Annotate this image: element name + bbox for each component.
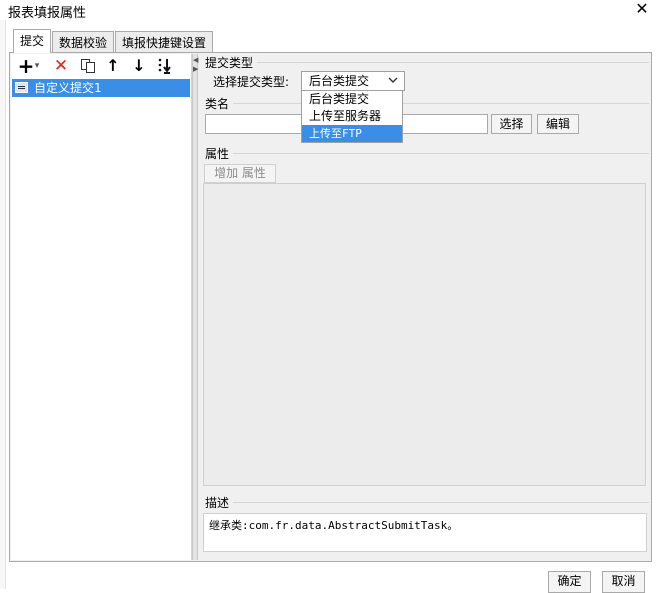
list-item[interactable]: 自定义提交1: [12, 79, 190, 97]
dropdown-option[interactable]: 上传至服务器: [302, 108, 402, 125]
dropdown-option[interactable]: 后台类提交: [302, 91, 402, 108]
ok-button[interactable]: 确定: [548, 571, 591, 593]
add-attribute-button[interactable]: 增加 属性: [204, 164, 276, 183]
attributes-table-area[interactable]: [203, 183, 646, 486]
pane-splitter[interactable]: ◀ ▶: [192, 54, 198, 560]
chevron-down-icon[interactable]: [382, 72, 404, 90]
description-section-label: 描述: [205, 496, 230, 510]
collapse-right-icon[interactable]: ▶: [193, 65, 198, 73]
copy-icon[interactable]: [78, 56, 98, 76]
edit-class-button[interactable]: 编辑: [537, 114, 579, 134]
description-text: 继承类:com.fr.data.AbstractSubmitTask。: [203, 513, 647, 552]
class-name-section-label: 类名: [205, 97, 230, 111]
submit-type-section-label: 提交类型: [205, 56, 254, 70]
dropdown-option-highlighted[interactable]: 上传至FTP: [302, 125, 402, 142]
section-divider: [233, 153, 649, 154]
background-edge: [0, 20, 6, 589]
submit-list-pane: [11, 54, 192, 560]
collapse-left-icon[interactable]: ◀: [193, 56, 198, 64]
tab-shortcut-settings[interactable]: 填报快捷键设置: [115, 31, 214, 52]
tab-data-validation[interactable]: 数据校验: [52, 31, 115, 52]
submit-type-field-label: 选择提交类型:: [213, 75, 290, 89]
attributes-section-label: 属性: [205, 147, 230, 161]
section-divider: [233, 103, 649, 104]
arrow-down-icon[interactable]: ↓: [129, 56, 149, 76]
move-to-bottom-icon[interactable]: [155, 56, 175, 76]
arrow-up-icon[interactable]: ↑: [103, 56, 123, 76]
close-icon[interactable]: ✕: [632, 0, 652, 19]
chevron-down-icon[interactable]: ▾: [32, 56, 42, 76]
cancel-button[interactable]: 取消: [602, 571, 645, 593]
window-title: 报表填报属性: [8, 6, 87, 21]
delete-x-icon[interactable]: ✕: [51, 56, 71, 76]
form-item-icon: [15, 82, 28, 93]
submit-type-dropdown: 后台类提交 上传至服务器 上传至FTP: [301, 90, 403, 143]
tab-submit[interactable]: 提交: [13, 29, 52, 53]
section-divider: [233, 502, 649, 503]
section-divider: [257, 62, 649, 63]
select-class-button[interactable]: 选择: [491, 114, 532, 134]
